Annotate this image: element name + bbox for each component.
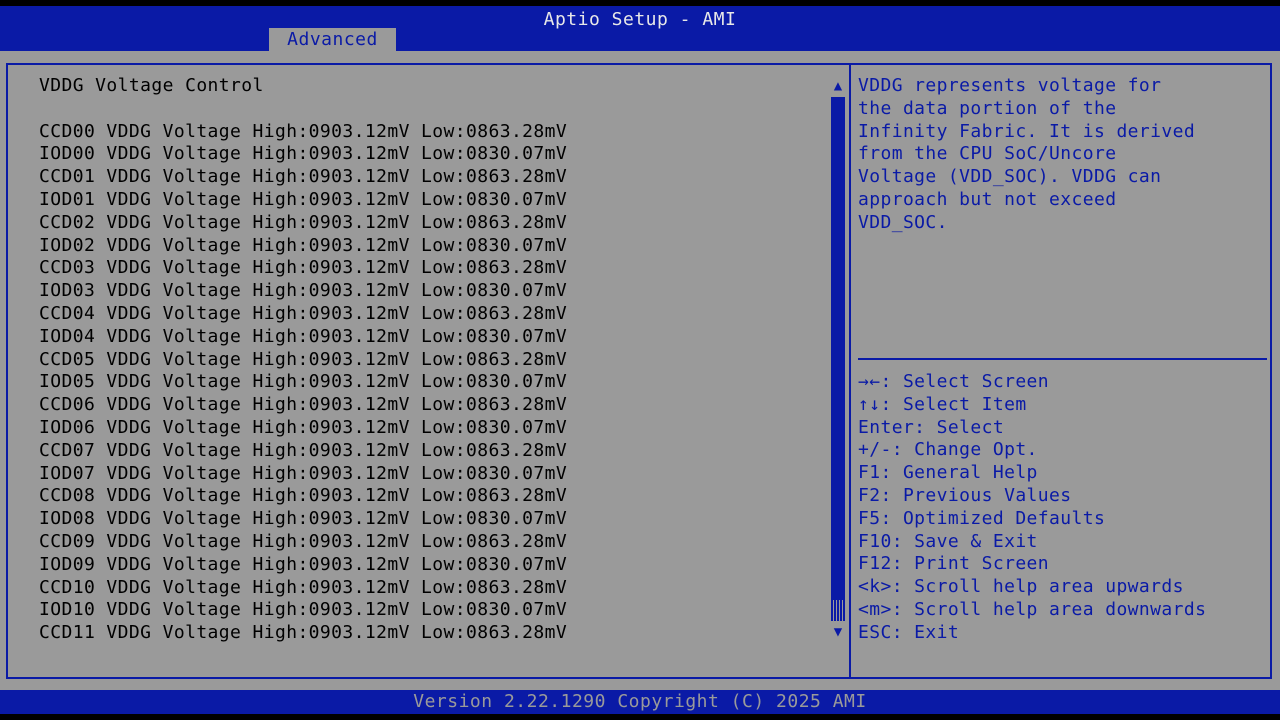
voltage-row[interactable]: CCD04 VDDG Voltage High:0903.12mV Low:08… <box>39 303 829 326</box>
help-text-line: from the CPU SoC/Uncore <box>858 143 1117 165</box>
voltage-row[interactable]: CCD02 VDDG Voltage High:0903.12mV Low:08… <box>39 212 829 235</box>
key-hint-scroll-up: <k>: Scroll help area upwards <box>858 576 1184 598</box>
voltage-row[interactable]: IOD04 VDDG Voltage High:0903.12mV Low:08… <box>39 326 829 349</box>
voltage-row[interactable]: IOD08 VDDG Voltage High:0903.12mV Low:08… <box>39 508 829 531</box>
voltage-row[interactable]: CCD07 VDDG Voltage High:0903.12mV Low:08… <box>39 440 829 463</box>
help-text-line: Infinity Fabric. It is derived <box>858 120 1196 142</box>
voltage-row[interactable]: IOD06 VDDG Voltage High:0903.12mV Low:08… <box>39 417 829 440</box>
voltage-list: CCD00 VDDG Voltage High:0903.12mV Low:08… <box>39 121 829 645</box>
voltage-row[interactable]: CCD05 VDDG Voltage High:0903.12mV Low:08… <box>39 349 829 372</box>
help-pane: VDDG represents voltage for the data por… <box>858 75 1268 235</box>
key-hint-f5: F5: Optimized Defaults <box>858 507 1106 529</box>
key-hint-change-opt: +/-: Change Opt. <box>858 439 1038 461</box>
voltage-row[interactable]: CCD01 VDDG Voltage High:0903.12mV Low:08… <box>39 166 829 189</box>
key-hint-select-screen: →←: Select Screen <box>858 371 1050 392</box>
voltage-row[interactable]: CCD10 VDDG Voltage High:0903.12mV Low:08… <box>39 577 829 600</box>
voltage-row[interactable]: IOD10 VDDG Voltage High:0903.12mV Low:08… <box>39 599 829 622</box>
help-text-line: the data portion of the <box>858 97 1117 119</box>
bottom-border <box>0 714 1280 720</box>
help-separator <box>858 358 1267 360</box>
key-hint-select-item: ↑↓: Select Item <box>858 393 1027 415</box>
app-title: Aptio Setup - AMI <box>543 9 737 30</box>
help-text-line: VDD_SOC. <box>858 211 948 233</box>
voltage-row[interactable]: CCD09 VDDG Voltage High:0903.12mV Low:08… <box>39 531 829 554</box>
key-hint-f1: F1: General Help <box>858 462 1038 484</box>
voltage-row[interactable]: IOD07 VDDG Voltage High:0903.12mV Low:08… <box>39 463 829 486</box>
voltage-row[interactable]: IOD09 VDDG Voltage High:0903.12mV Low:08… <box>39 554 829 577</box>
voltage-row[interactable]: CCD03 VDDG Voltage High:0903.12mV Low:08… <box>39 257 829 280</box>
voltage-row[interactable]: CCD08 VDDG Voltage High:0903.12mV Low:08… <box>39 485 829 508</box>
scroll-down-arrow-icon[interactable]: ▼ <box>830 624 846 640</box>
header-bar: Aptio Setup - AMI Advanced <box>0 6 1280 51</box>
voltage-row[interactable]: CCD06 VDDG Voltage High:0903.12mV Low:08… <box>39 394 829 417</box>
help-text-line: approach but not exceed <box>858 188 1117 210</box>
section-title: VDDG Voltage Control <box>39 75 264 96</box>
voltage-row[interactable]: IOD05 VDDG Voltage High:0903.12mV Low:08… <box>39 371 829 394</box>
header-underline <box>0 51 1280 53</box>
key-hint-esc: ESC: Exit <box>858 621 960 643</box>
settings-pane: VDDG Voltage Control CCD00 VDDG Voltage … <box>39 75 829 645</box>
scroll-up-arrow-icon[interactable]: ▲ <box>830 78 846 94</box>
key-hint-enter: Enter: Select <box>858 416 1005 438</box>
voltage-row[interactable]: CCD00 VDDG Voltage High:0903.12mV Low:08… <box>39 121 829 144</box>
tab-advanced[interactable]: Advanced <box>269 28 396 51</box>
key-hint-f2: F2: Previous Values <box>858 484 1072 506</box>
key-legend: →←: Select Screen ↑↓: Select Item Enter:… <box>858 371 1268 645</box>
footer-version: Version 2.22.1290 Copyright (C) 2025 AMI <box>0 690 1280 714</box>
key-hint-f12: F12: Print Screen <box>858 553 1050 575</box>
scrollbar-thumb[interactable] <box>831 600 845 621</box>
panel-divider <box>849 63 851 679</box>
voltage-row[interactable]: IOD02 VDDG Voltage High:0903.12mV Low:08… <box>39 235 829 258</box>
bios-setup-screen: Aptio Setup - AMI Advanced VDDG Voltage … <box>0 0 1280 720</box>
help-text-line: VDDG represents voltage for <box>858 75 1162 96</box>
voltage-row[interactable]: CCD11 VDDG Voltage High:0903.12mV Low:08… <box>39 622 829 645</box>
key-hint-f10: F10: Save & Exit <box>858 530 1038 552</box>
help-text-line: Voltage (VDD_SOC). VDDG can <box>858 166 1162 188</box>
voltage-row[interactable]: IOD03 VDDG Voltage High:0903.12mV Low:08… <box>39 280 829 303</box>
voltage-row[interactable]: IOD01 VDDG Voltage High:0903.12mV Low:08… <box>39 189 829 212</box>
scrollbar-track[interactable] <box>831 97 845 621</box>
key-hint-scroll-down: <m>: Scroll help area downwards <box>858 598 1207 620</box>
voltage-row[interactable]: IOD00 VDDG Voltage High:0903.12mV Low:08… <box>39 143 829 166</box>
